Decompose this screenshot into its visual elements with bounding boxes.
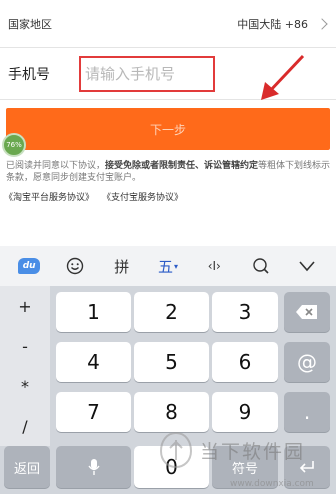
digit-key-6[interactable]: 6 — [212, 342, 278, 382]
backspace-key[interactable] — [284, 292, 330, 332]
back-key[interactable]: 返回 — [4, 446, 50, 488]
country-value-wrap: 中国大陆 +86 — [237, 16, 328, 32]
digit-key-1[interactable]: 1 — [56, 292, 131, 332]
symbol-column: + - * / — [0, 286, 50, 446]
wubi-label: 五 — [157, 257, 173, 276]
emoji-icon[interactable] — [60, 251, 90, 281]
country-row[interactable]: 国家地区 中国大陆 +86 — [0, 0, 336, 48]
multiply-key[interactable]: * — [0, 366, 50, 406]
hide-keyboard-icon[interactable] — [292, 251, 322, 281]
agreement-links: 《淘宝平台服务协议》 《支付宝服务协议》 — [4, 190, 183, 203]
chevron-right-icon — [316, 17, 328, 30]
digit-key-3[interactable]: 3 — [212, 292, 278, 332]
agreement-bold: 接受免除或者限制责任、诉讼管辖约定 — [105, 161, 259, 171]
voice-key[interactable] — [56, 446, 131, 488]
digit-key-5[interactable]: 5 — [134, 342, 209, 382]
baidu-logo-icon[interactable]: du — [14, 251, 44, 281]
watermark-logo-icon — [159, 431, 193, 469]
country-value: 中国大陆 +86 — [237, 17, 308, 31]
dropdown-icon: ▾ — [173, 261, 178, 271]
backspace-icon — [296, 305, 317, 319]
cursor-tool[interactable]: ‹I› — [199, 251, 229, 281]
pinyin-tool[interactable]: 拼 — [107, 251, 137, 281]
microphone-icon — [87, 459, 100, 475]
digit-key-7[interactable]: 7 — [56, 392, 131, 432]
plus-key[interactable]: + — [0, 286, 50, 326]
wubi-tool[interactable]: 五 ▾ — [153, 251, 183, 281]
digit-key-8[interactable]: 8 — [134, 392, 209, 432]
agreement-part1: 已阅读并同意以下协议， — [6, 161, 106, 171]
progress-badge: 76% — [2, 133, 26, 157]
phone-input[interactable] — [79, 56, 215, 92]
minus-key[interactable]: - — [0, 326, 50, 366]
watermark: 当下软件园 — [158, 430, 305, 470]
divide-key[interactable]: / — [0, 406, 50, 446]
logo-text: du — [18, 258, 41, 274]
dot-key[interactable]: . — [284, 392, 330, 432]
phone-label: 手机号 — [8, 67, 50, 83]
agreement-text: 已阅读并同意以下协议，接受免除或者限制责任、诉讼管辖约定等粗体下划线标示条款，愿… — [6, 160, 332, 184]
country-label: 国家地区 — [8, 17, 52, 31]
annotation-arrow-icon — [261, 54, 305, 100]
at-key[interactable]: @ — [284, 342, 330, 382]
digit-key-2[interactable]: 2 — [134, 292, 209, 332]
search-icon[interactable] — [246, 251, 276, 281]
keyboard-toolbar: du 拼 五 ▾ ‹I› — [0, 246, 336, 286]
watermark-url: www.downxia.com — [230, 479, 314, 489]
digit-key-4[interactable]: 4 — [56, 342, 131, 382]
next-button[interactable]: 下一步 — [6, 108, 330, 150]
watermark-text: 当下软件园 — [200, 440, 306, 463]
taobao-agreement-link[interactable]: 《淘宝平台服务协议》 — [4, 190, 94, 203]
digit-key-9[interactable]: 9 — [212, 392, 278, 432]
alipay-agreement-link[interactable]: 《支付宝服务协议》 — [102, 190, 183, 203]
